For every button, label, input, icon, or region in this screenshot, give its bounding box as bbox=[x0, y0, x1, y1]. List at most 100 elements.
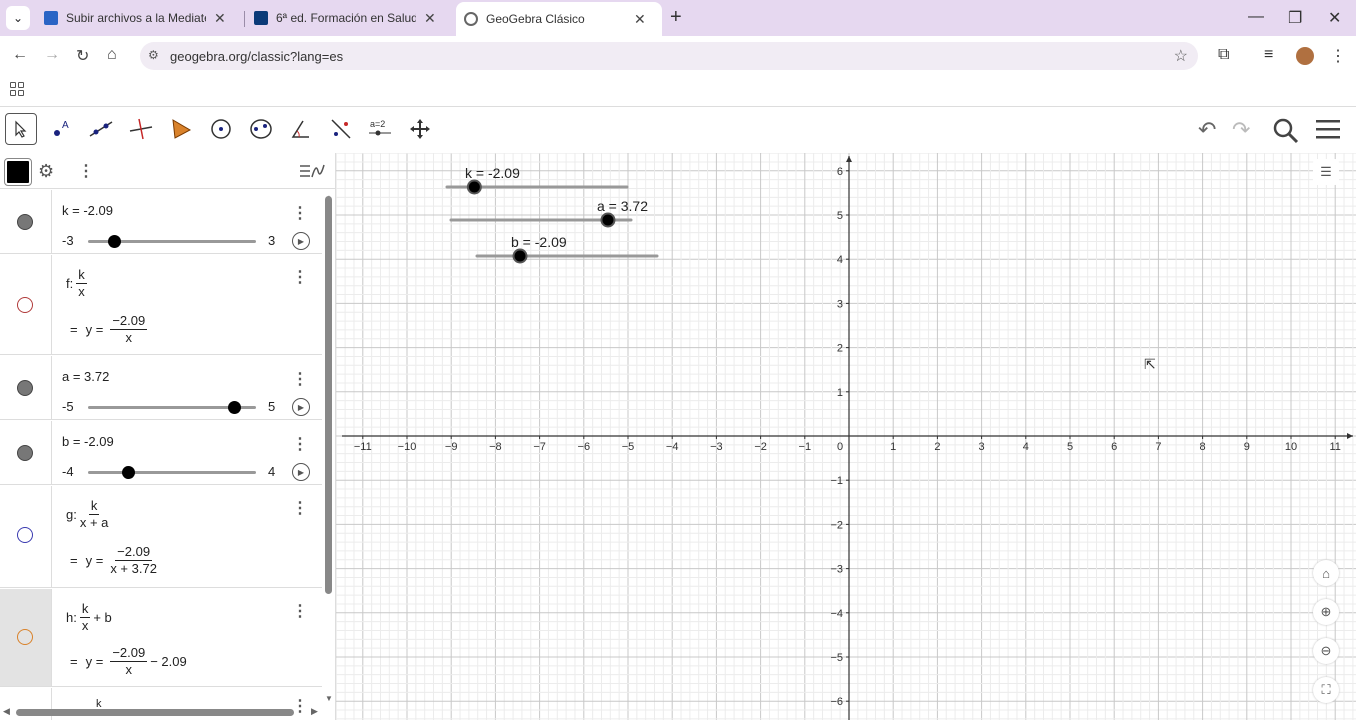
x-tick-label: 11 bbox=[1329, 441, 1340, 453]
fraction-numerator: −2.09 bbox=[110, 645, 148, 662]
visibility-dot-icon[interactable] bbox=[17, 629, 33, 645]
polygon-tool-icon[interactable] bbox=[165, 113, 197, 145]
algebra-item-g[interactable]: g: kx + a ⋮ = y = −2.09 x + 3.72 bbox=[0, 486, 322, 588]
visibility-dot-icon[interactable] bbox=[17, 445, 33, 461]
play-icon[interactable]: ▶ bbox=[292, 398, 310, 416]
minimize-icon[interactable]: — bbox=[1248, 8, 1264, 26]
scroll-left-icon[interactable]: ◀ bbox=[3, 706, 10, 717]
algebra-item-h[interactable]: h: kx + b ⋮ = y = −2.09 x − 2.09 bbox=[0, 589, 322, 687]
tab-list-chevron-icon[interactable]: ⌄ bbox=[6, 6, 30, 30]
algebra-item-k[interactable]: k = -2.09 ⋮ -3 3 ▶ bbox=[0, 190, 322, 254]
settings-gear-icon[interactable]: ⚙ bbox=[38, 161, 54, 182]
item-menu-icon[interactable]: ⋮ bbox=[292, 267, 308, 287]
home-view-icon[interactable]: ⌂ bbox=[1313, 560, 1339, 586]
scroll-down-icon[interactable]: ▼ bbox=[325, 694, 333, 703]
line-tool-icon[interactable] bbox=[85, 113, 117, 145]
move-tool-icon[interactable] bbox=[5, 113, 37, 145]
close-tab-icon[interactable]: ✕ bbox=[214, 10, 226, 27]
ellipse-tool-icon[interactable] bbox=[245, 113, 277, 145]
x-tick-label: −6 bbox=[578, 441, 591, 453]
tab-title: Subir archivos a la Mediateca | bbox=[66, 11, 206, 25]
forward-icon[interactable]: → bbox=[44, 46, 60, 64]
graphics-view[interactable]: −11 −10 −9 −8 −7 −6 −5 −4 −3 −2 −1 0 1 2 3 4 5 6 7 8 9 10 11 6 5… bbox=[336, 153, 1356, 720]
restore-icon[interactable]: ❐ bbox=[1288, 8, 1302, 28]
zoom-in-icon[interactable]: ⊕ bbox=[1313, 599, 1339, 625]
circle-tool-icon[interactable] bbox=[205, 113, 237, 145]
profile-avatar[interactable] bbox=[1296, 47, 1314, 65]
main-menu-icon[interactable] bbox=[1314, 116, 1342, 148]
item-menu-icon[interactable]: ⋮ bbox=[292, 203, 308, 223]
new-tab-button[interactable]: + bbox=[670, 6, 682, 29]
play-icon[interactable]: ▶ bbox=[292, 463, 310, 481]
zoom-out-icon[interactable]: ⊖ bbox=[1313, 638, 1339, 664]
slider-b-knob[interactable] bbox=[122, 466, 136, 479]
address-bar[interactable]: ⚙ geogebra.org/classic?lang=es ☆ bbox=[140, 42, 1198, 70]
tab-title: GeoGebra Clásico bbox=[486, 12, 585, 26]
algebra-style-icon[interactable] bbox=[298, 161, 326, 186]
algebra-item-b[interactable]: b = -2.09 ⋮ -4 4 ▶ bbox=[0, 421, 322, 485]
slider-tool-icon[interactable]: a=2 bbox=[364, 113, 396, 145]
algebra-horizontal-scrollbar[interactable] bbox=[16, 709, 294, 716]
item-menu-icon[interactable]: ⋮ bbox=[292, 498, 308, 518]
fraction-denominator: x bbox=[125, 662, 133, 677]
visibility-toggle[interactable] bbox=[0, 589, 52, 686]
perpendicular-tool-icon[interactable] bbox=[125, 113, 157, 145]
item-menu-icon[interactable]: ⋮ bbox=[292, 601, 308, 621]
tab-geogebra[interactable]: GeoGebra Clásico ✕ bbox=[456, 2, 662, 36]
point-tool-icon[interactable]: A bbox=[45, 113, 77, 145]
tab-mediateca[interactable]: Subir archivos a la Mediateca | ✕ bbox=[36, 2, 242, 34]
algebra-vertical-scrollbar[interactable] bbox=[325, 196, 332, 594]
browser-menu-icon[interactable]: ⋮ bbox=[1330, 46, 1346, 66]
bookmark-star-icon[interactable]: ☆ bbox=[1174, 46, 1188, 66]
site-info-icon[interactable]: ⚙ bbox=[148, 48, 159, 62]
item-menu-icon[interactable]: ⋮ bbox=[292, 696, 308, 716]
close-tab-icon[interactable]: ✕ bbox=[634, 11, 646, 28]
visibility-toggle[interactable] bbox=[0, 190, 52, 253]
algebra-item-a[interactable]: a = 3.72 ⋮ -5 5 ▶ bbox=[0, 356, 322, 420]
visibility-toggle[interactable] bbox=[0, 486, 52, 587]
tab-formacion[interactable]: 6ª ed. Formación en Salud Men ✕ bbox=[246, 2, 452, 34]
visibility-toggle[interactable] bbox=[0, 255, 52, 354]
scroll-right-icon[interactable]: ▶ bbox=[311, 706, 318, 717]
geogebra-toolbar bbox=[0, 106, 1356, 152]
graphics-style-bar-icon[interactable]: ☰ bbox=[1313, 159, 1339, 185]
undo-icon[interactable]: ↶ bbox=[1198, 117, 1216, 143]
slider-a-knob[interactable] bbox=[228, 401, 242, 414]
visibility-dot-icon[interactable] bbox=[17, 297, 33, 313]
angle-tool-icon[interactable] bbox=[285, 113, 317, 145]
media-control-icon[interactable]: ≡ bbox=[1264, 46, 1273, 64]
home-icon[interactable]: ⌂ bbox=[107, 46, 117, 64]
algebra-item-f[interactable]: f: kx ⋮ = y = −2.09 x bbox=[0, 255, 322, 355]
x-tick-label: 7 bbox=[1155, 441, 1161, 453]
slider-k-knob[interactable] bbox=[107, 235, 121, 248]
item-menu-icon[interactable]: ⋮ bbox=[292, 369, 308, 389]
slider-b-track[interactable] bbox=[88, 466, 256, 479]
url-text[interactable]: geogebra.org/classic?lang=es bbox=[170, 49, 343, 64]
visibility-dot-icon[interactable] bbox=[17, 214, 33, 230]
slider-a-track[interactable] bbox=[88, 401, 256, 414]
close-tab-icon[interactable]: ✕ bbox=[424, 10, 436, 27]
visibility-dot-icon[interactable] bbox=[17, 527, 33, 543]
fraction-numerator: −2.09 bbox=[115, 544, 153, 561]
fullscreen-icon[interactable]: ⛶ bbox=[1313, 677, 1339, 703]
play-icon[interactable]: ▶ bbox=[292, 232, 310, 250]
reload-icon[interactable]: ↻ bbox=[76, 46, 89, 66]
extensions-icon[interactable]: ⧉ bbox=[1218, 46, 1229, 64]
item-menu-icon[interactable]: ⋮ bbox=[292, 434, 308, 454]
graphics-canvas[interactable]: −11 −10 −9 −8 −7 −6 −5 −4 −3 −2 −1 0 1 2 3 4 5 6 7 8 9 10 1165… bbox=[336, 153, 1356, 720]
search-icon[interactable] bbox=[1272, 117, 1300, 151]
visibility-dot-icon[interactable] bbox=[17, 380, 33, 396]
redo-icon[interactable]: ↷ bbox=[1232, 117, 1250, 143]
move-graphics-tool-icon[interactable] bbox=[404, 113, 436, 145]
apps-grid-icon[interactable] bbox=[10, 82, 24, 96]
x-tick-label: 10 bbox=[1285, 441, 1297, 453]
slider-k-track[interactable] bbox=[88, 235, 256, 248]
close-window-icon[interactable]: ✕ bbox=[1328, 8, 1341, 28]
visibility-toggle[interactable] bbox=[0, 421, 52, 484]
color-picker-button[interactable] bbox=[4, 158, 32, 186]
visibility-toggle[interactable] bbox=[0, 356, 52, 419]
more-options-icon[interactable]: ⋮ bbox=[78, 161, 94, 181]
back-icon[interactable]: ← bbox=[12, 46, 28, 64]
reflect-tool-icon[interactable] bbox=[325, 113, 357, 145]
x-axis-arrow bbox=[1347, 433, 1353, 439]
